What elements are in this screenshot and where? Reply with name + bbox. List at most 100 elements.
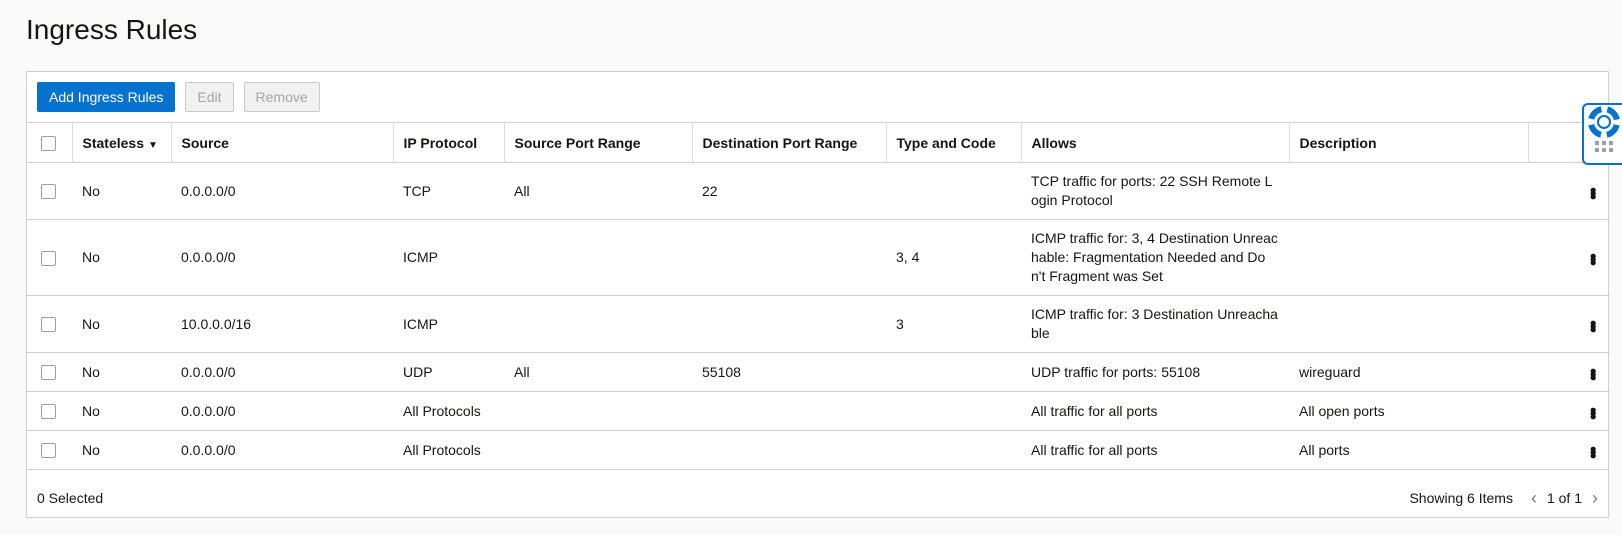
column-stateless[interactable]: Stateless ▼ [72, 122, 172, 163]
type-code-cell: 3 [886, 295, 1021, 353]
row-checkbox[interactable] [41, 317, 56, 333]
table-header-row: Stateless ▼ Source IP Protocol Source Por… [27, 122, 1610, 163]
kebab-menu-icon[interactable]: ••• [1528, 295, 1610, 353]
page-indicator: 1 of 1 [1546, 490, 1582, 506]
allows-cell: ICMP traffic for: 3 Destination Unreacha… [1021, 295, 1289, 353]
source-port-cell [504, 295, 692, 353]
stateless-cell: No [72, 295, 171, 353]
kebab-menu-icon[interactable]: ••• [1528, 430, 1610, 470]
allows-cell: ICMP traffic for: 3, 4 Destination Unrea… [1021, 219, 1289, 296]
protocol-cell: ICMP [393, 219, 504, 296]
lifebuoy-icon [1588, 106, 1620, 152]
stateless-cell: No [72, 430, 171, 470]
description-cell [1289, 219, 1528, 296]
column-ip-protocol: IP Protocol [393, 122, 505, 163]
destination-port-cell [692, 391, 886, 431]
protocol-cell: ICMP [393, 295, 504, 353]
protocol-cell: TCP [393, 162, 504, 220]
row-checkbox[interactable] [41, 184, 56, 200]
row-select-cell [27, 391, 72, 431]
row-checkbox[interactable] [41, 250, 56, 266]
column-allows: Allows [1021, 122, 1290, 163]
row-select-cell [27, 295, 72, 353]
stateless-cell: No [72, 219, 171, 296]
chevron-left-icon[interactable]: ‹ [1531, 488, 1537, 509]
destination-port-cell [692, 219, 886, 296]
kebab-menu-icon[interactable]: ••• [1528, 352, 1610, 392]
table-row: No 0.0.0.0/0 All Protocols All traffic f… [27, 391, 1610, 431]
kebab-menu-icon[interactable]: ••• [1528, 162, 1610, 220]
description-cell: All open ports [1289, 391, 1528, 431]
table-row: No 0.0.0.0/0 ICMP 3, 4 ICMP traffic for:… [27, 219, 1610, 296]
row-checkbox[interactable] [41, 404, 56, 420]
allows-cell: UDP traffic for ports: 55108 [1021, 352, 1289, 392]
row-select-cell [27, 219, 72, 296]
source-cell: 0.0.0.0/0 [171, 391, 393, 431]
column-label: Stateless [82, 134, 144, 151]
table-footer: 0 Selected Showing 6 Items ‹ 1 of 1 › [27, 479, 1608, 517]
type-code-cell [886, 162, 1021, 220]
protocol-cell: UDP [393, 352, 504, 392]
type-code-cell [886, 430, 1021, 470]
row-checkbox[interactable] [41, 365, 56, 381]
stateless-cell: No [72, 391, 171, 431]
source-cell: 0.0.0.0/0 [171, 430, 393, 470]
help-widget[interactable] [1582, 103, 1622, 165]
selected-count: 0 Selected [37, 490, 104, 506]
source-port-cell: All [504, 352, 692, 392]
source-cell: 0.0.0.0/0 [171, 352, 393, 392]
row-checkbox[interactable] [41, 443, 56, 459]
select-all-checkbox[interactable] [41, 135, 56, 151]
ingress-rules-table: Stateless ▼ Source IP Protocol Source Por… [27, 122, 1610, 470]
edit-button[interactable]: Edit [185, 82, 234, 112]
protocol-cell: All Protocols [393, 391, 504, 431]
source-cell: 10.0.0.0/16 [171, 295, 393, 353]
add-ingress-rules-button[interactable]: Add Ingress Rules [37, 82, 176, 112]
remove-button[interactable]: Remove [243, 82, 320, 112]
destination-port-cell [692, 430, 886, 470]
description-cell [1289, 295, 1528, 353]
toolbar: Add Ingress Rules Edit Remove [27, 72, 1608, 122]
column-description: Description [1289, 122, 1529, 163]
chevron-right-icon[interactable]: › [1592, 488, 1598, 509]
caret-down-icon: ▼ [147, 139, 158, 151]
protocol-cell: All Protocols [393, 430, 504, 470]
source-port-cell: All [504, 162, 692, 220]
allows-cell: All traffic for all ports [1021, 391, 1289, 431]
type-code-cell: 3, 4 [886, 219, 1021, 296]
row-select-cell [27, 162, 72, 220]
destination-port-cell [692, 295, 886, 353]
ingress-rules-panel: Add Ingress Rules Edit Remove Stateless ▼… [26, 71, 1610, 518]
table-row: No 0.0.0.0/0 UDP All 55108 UDP traffic f… [27, 352, 1610, 392]
kebab-menu-icon[interactable]: ••• [1528, 391, 1610, 431]
destination-port-cell: 22 [692, 162, 886, 220]
column-source-port-range: Source Port Range [504, 122, 693, 163]
items-count: Showing 6 Items [1409, 490, 1513, 506]
type-code-cell [886, 391, 1021, 431]
description-cell [1289, 162, 1528, 220]
select-all-cell [27, 122, 73, 163]
allows-cell: TCP traffic for ports: 22 SSH Remote Log… [1021, 162, 1289, 220]
allows-cell: All traffic for all ports [1021, 430, 1289, 470]
table-row: No 10.0.0.0/16 ICMP 3 ICMP traffic for: … [27, 295, 1610, 353]
column-destination-port-range: Destination Port Range [692, 122, 887, 163]
table-row: No 0.0.0.0/0 All Protocols All traffic f… [27, 430, 1610, 470]
stateless-cell: No [72, 162, 171, 220]
pagination: ‹ 1 of 1 › [1531, 488, 1598, 509]
source-port-cell [504, 219, 692, 296]
column-source: Source [171, 122, 394, 163]
stateless-cell: No [72, 352, 171, 392]
page-title: Ingress Rules [26, 14, 198, 45]
table-row: No 0.0.0.0/0 TCP All 22 TCP traffic for … [27, 162, 1610, 220]
source-cell: 0.0.0.0/0 [171, 162, 393, 220]
description-cell: All ports [1289, 430, 1528, 470]
destination-port-cell: 55108 [692, 352, 886, 392]
source-port-cell [504, 430, 692, 470]
kebab-menu-icon[interactable]: ••• [1528, 219, 1610, 296]
source-cell: 0.0.0.0/0 [171, 219, 393, 296]
description-cell: wireguard [1289, 352, 1528, 392]
row-select-cell [27, 352, 72, 392]
type-code-cell [886, 352, 1021, 392]
source-port-cell [504, 391, 692, 431]
column-type-and-code: Type and Code [886, 122, 1022, 163]
